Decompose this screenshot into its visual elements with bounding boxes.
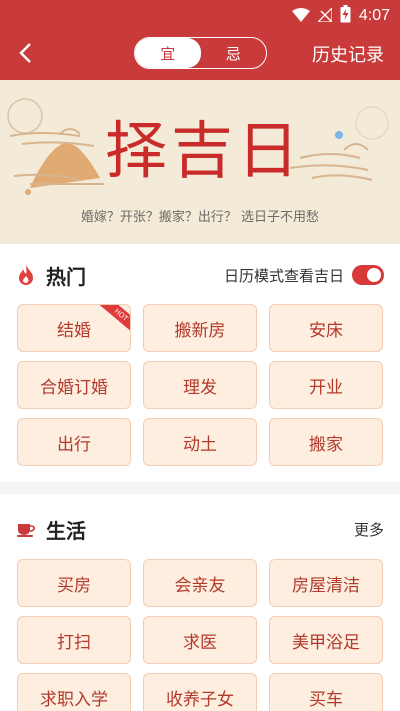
more-button[interactable]: 更多 xyxy=(354,519,384,540)
tag-hehundinghun[interactable]: 合婚订婚 xyxy=(17,361,131,409)
life-section-title: 生活 xyxy=(46,518,86,543)
wifi-icon xyxy=(291,7,310,26)
yi-ji-segmented-control: 宜 忌 xyxy=(134,37,267,69)
tag-jiehun[interactable]: 结婚 HOT xyxy=(17,304,131,352)
teacup-icon xyxy=(16,519,36,539)
hot-section-header: 热门 日历模式查看吉日 xyxy=(16,260,384,290)
tag-fangwuqingjie[interactable]: 房屋清洁 xyxy=(269,559,383,607)
tag-banxinfang[interactable]: 搬新房 xyxy=(143,304,257,352)
tag-anchuang[interactable]: 安床 xyxy=(269,304,383,352)
tag-maifang[interactable]: 买房 xyxy=(17,559,131,607)
tag-dongtu[interactable]: 动土 xyxy=(143,418,257,466)
hot-tag-grid: 结婚 HOT 搬新房 安床 合婚订婚 理发 开业 出行 动土 搬家 xyxy=(17,304,383,466)
tag-banjia[interactable]: 搬家 xyxy=(269,418,383,466)
tag-chuxing[interactable]: 出行 xyxy=(17,418,131,466)
banner-subtitle: 婚嫁？开张？搬家？出行？ 选日子不用愁 xyxy=(80,210,320,225)
tag-label: 结婚 xyxy=(57,320,91,341)
tag-dasao[interactable]: 打扫 xyxy=(17,616,131,664)
tag-huiqinyou[interactable]: 会亲友 xyxy=(143,559,257,607)
status-bar: 4:07 xyxy=(0,0,400,28)
chevron-left-icon xyxy=(19,43,31,63)
life-section: 生活 更多 买房 会亲友 房屋清洁 打扫 求医 美甲浴足 求职入学 收养子女 买… xyxy=(0,494,400,711)
app-header: 4:07 宜 忌 历史记录 xyxy=(0,0,400,80)
life-tag-grid: 买房 会亲友 房屋清洁 打扫 求医 美甲浴足 求职入学 收养子女 买车 xyxy=(17,559,383,711)
no-signal-icon xyxy=(316,6,333,26)
status-time: 4:07 xyxy=(358,7,390,24)
history-button[interactable]: 历史记录 xyxy=(312,41,384,67)
battery-charging-icon xyxy=(340,5,351,27)
flame-icon xyxy=(16,265,36,285)
tag-qiuyi[interactable]: 求医 xyxy=(143,616,257,664)
back-button[interactable] xyxy=(12,40,38,66)
hot-section: 热门 日历模式查看吉日 结婚 HOT 搬新房 安床 合婚订婚 理发 开业 出行 … xyxy=(0,244,400,482)
tag-meijiayuzu[interactable]: 美甲浴足 xyxy=(269,616,383,664)
calendar-mode-toggle-row: 日历模式查看吉日 xyxy=(224,265,384,286)
tag-lifa[interactable]: 理发 xyxy=(143,361,257,409)
calendar-mode-toggle[interactable] xyxy=(352,265,384,285)
hot-badge: HOT xyxy=(99,305,130,335)
tab-ji[interactable]: 忌 xyxy=(201,38,267,68)
tag-qiuzhiruxue[interactable]: 求职入学 xyxy=(17,673,131,711)
life-section-header: 生活 更多 xyxy=(16,514,384,544)
banner-title: 择吉日 xyxy=(104,114,303,187)
tag-kaiye[interactable]: 开业 xyxy=(269,361,383,409)
tab-yi[interactable]: 宜 xyxy=(135,38,201,68)
tag-maiche[interactable]: 买车 xyxy=(269,673,383,711)
calendar-mode-label: 日历模式查看吉日 xyxy=(223,266,344,285)
status-icons: 4:07 xyxy=(291,5,390,27)
banner: 择吉日 婚嫁？开张？搬家？出行？ 选日子不用愁 xyxy=(0,80,400,244)
nav-bar: 宜 忌 历史记录 xyxy=(0,32,400,76)
hot-section-title: 热门 xyxy=(46,264,86,289)
tag-shouyangzinv[interactable]: 收养子女 xyxy=(143,673,257,711)
